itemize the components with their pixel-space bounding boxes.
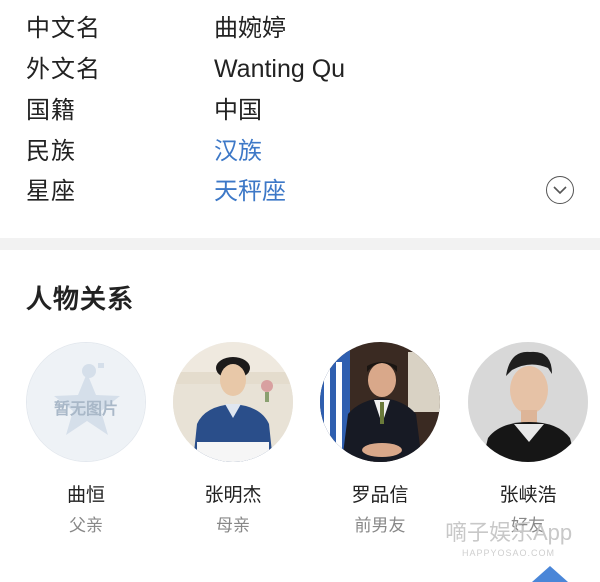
watermark-sub: HAPPYOSAO.COM [462, 548, 556, 558]
info-row-zodiac: 星座 天秤座 [0, 171, 600, 211]
no-image-label: 暂无图片 [53, 399, 118, 418]
info-row-chinese-name: 中文名 曲婉婷 [0, 8, 600, 48]
info-value: 中国 [214, 96, 262, 124]
person-card[interactable]: 暂无图片 曲恒 父亲 [24, 342, 148, 562]
person-card[interactable]: 张明杰 母亲 [171, 342, 295, 562]
zodiac-link[interactable]: 天秤座 [214, 171, 286, 211]
info-value: 曲婉婷 [214, 14, 286, 42]
ethnicity-link[interactable]: 汉族 [214, 131, 262, 171]
person-relation: 父亲 [69, 516, 103, 536]
watermark-logo: 嘀子娱乐App [445, 520, 573, 545]
info-key: 星座 [26, 177, 76, 205]
avatar [320, 342, 440, 462]
basic-info-section: 中文名 曲婉婷 外文名 Wanting Qu 国籍 中国 民族 汉族 星座 天秤… [0, 0, 600, 238]
person-name: 曲恒 [66, 484, 105, 506]
info-key: 中文名 [26, 14, 101, 42]
info-row-foreign-name: 外文名 Wanting Qu [0, 49, 600, 89]
info-key: 外文名 [26, 55, 101, 83]
section-divider [0, 238, 600, 250]
person-card[interactable]: 罗品信 前男友 [318, 342, 442, 562]
info-row-ethnicity: 民族 汉族 [0, 131, 600, 171]
person-relation: 前男友 [354, 516, 406, 536]
info-value: Wanting Qu [214, 55, 346, 83]
relations-title: 人物关系 [26, 285, 135, 315]
avatar [173, 342, 293, 462]
avatar-placeholder: 暂无图片 [26, 342, 146, 462]
person-photo [468, 342, 588, 462]
person-name: 张峡浩 [499, 484, 557, 506]
expand-chevron-down-icon[interactable] [546, 176, 574, 204]
person-photo [173, 342, 293, 462]
person-relation: 母亲 [216, 516, 250, 536]
info-key: 国籍 [26, 96, 76, 124]
person-photo [320, 342, 440, 462]
scroll-top-icon[interactable] [528, 562, 572, 582]
info-row-nationality: 国籍 中国 [0, 90, 600, 130]
person-name: 张明杰 [204, 484, 262, 506]
avatar [468, 342, 588, 462]
info-key: 民族 [26, 137, 76, 165]
person-name: 罗品信 [351, 484, 409, 506]
